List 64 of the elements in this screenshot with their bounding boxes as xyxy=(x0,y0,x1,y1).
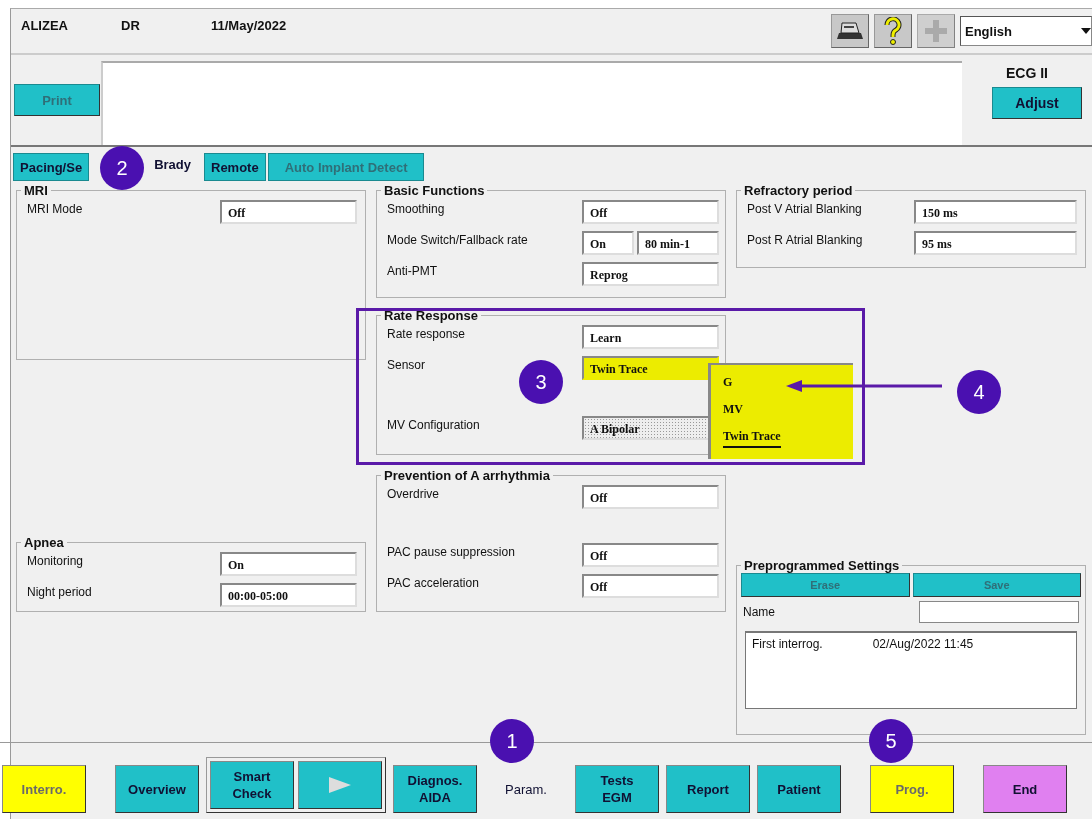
value-field[interactable]: Off xyxy=(582,200,719,224)
panel-title: Refractory period xyxy=(743,183,854,198)
value-field[interactable]: Off xyxy=(582,543,719,567)
field-label: MRI Mode xyxy=(27,202,83,216)
value-field[interactable]: On xyxy=(582,231,634,255)
help-icon xyxy=(884,17,902,45)
nav-button[interactable]: Report xyxy=(666,765,750,813)
nav-button[interactable]: Overview xyxy=(115,765,199,813)
value-field[interactable]: On xyxy=(220,552,357,576)
play-button[interactable] xyxy=(298,761,382,809)
tab[interactable]: Pacing/Se xyxy=(13,153,90,181)
value-field[interactable]: Off xyxy=(582,574,719,598)
language-dropdown[interactable]: English xyxy=(960,16,1092,46)
pacing-mode: DR xyxy=(121,18,141,33)
toolbar-button[interactable] xyxy=(874,14,912,48)
panel-title: MRI xyxy=(23,183,49,198)
dropdown-arrow-icon xyxy=(1081,28,1091,34)
entry-name[interactable]: First interrog. xyxy=(752,637,823,651)
toolbar-button[interactable] xyxy=(831,14,869,48)
value-field[interactable]: Reprog xyxy=(582,262,719,286)
panel-title: Preprogrammed Settings xyxy=(743,558,901,573)
name-label: Name xyxy=(743,605,776,619)
play-icon xyxy=(327,775,353,795)
field-label: Monitoring xyxy=(27,554,84,568)
device-name: ALIZEA xyxy=(21,18,69,33)
nav-button[interactable]: Tests EGM xyxy=(575,765,659,813)
entry-date: 02/Aug/2022 11:45 xyxy=(872,637,974,651)
adjust-button[interactable]: Adjust xyxy=(992,87,1082,119)
panel-title: Rate Response xyxy=(383,308,479,323)
field-label: Rate response xyxy=(387,327,466,341)
field-label: MV Configuration xyxy=(387,418,480,432)
panel-title: Apnea xyxy=(23,535,65,550)
dropdown-option[interactable]: Twin Trace xyxy=(723,429,781,448)
date-text: 11/May/2022 xyxy=(211,18,287,33)
value-field[interactable]: Off xyxy=(220,200,357,224)
field-label: Sensor xyxy=(387,358,426,372)
field-label: Post R Atrial Blanking xyxy=(747,233,863,247)
dropdown-option[interactable]: G xyxy=(723,375,733,392)
field-label: Night period xyxy=(27,585,92,599)
value-field[interactable]: Learn xyxy=(582,325,719,349)
nav-button[interactable]: Smart Check xyxy=(210,761,294,809)
value-field[interactable]: Twin Trace xyxy=(582,356,719,380)
value-field[interactable]: 80 min-1 xyxy=(637,231,719,255)
field-label: Anti-PMT xyxy=(387,264,437,278)
nav-button[interactable]: Diagnos. AIDA xyxy=(393,765,477,813)
value-field[interactable]: Off xyxy=(582,485,719,509)
panel-title: Basic Functions xyxy=(383,183,486,198)
nav-button[interactable]: End xyxy=(983,765,1067,813)
field-label: Smoothing xyxy=(387,202,445,216)
field-label: PAC pause suppression xyxy=(387,545,515,559)
field-label: Mode Switch/Fallback rate xyxy=(387,233,528,247)
value-field[interactable]: 150 ms xyxy=(914,200,1077,224)
ecg-lead: ECG II xyxy=(1006,65,1048,81)
name-field[interactable] xyxy=(919,601,1079,623)
plus-icon xyxy=(923,18,949,44)
dropdown-option[interactable]: MV xyxy=(723,402,743,419)
panel-title: Prevention of A arrhythmia xyxy=(383,468,551,483)
field-label: Post V Atrial Blanking xyxy=(747,202,862,216)
value-field[interactable]: 00:00-05:00 xyxy=(220,583,357,607)
value-field[interactable]: 95 ms xyxy=(914,231,1077,255)
tab[interactable]: Remote xyxy=(204,153,266,181)
field-label: Overdrive xyxy=(387,487,439,501)
nav-button[interactable]: Patient xyxy=(757,765,841,813)
field-label: PAC acceleration xyxy=(387,576,479,590)
